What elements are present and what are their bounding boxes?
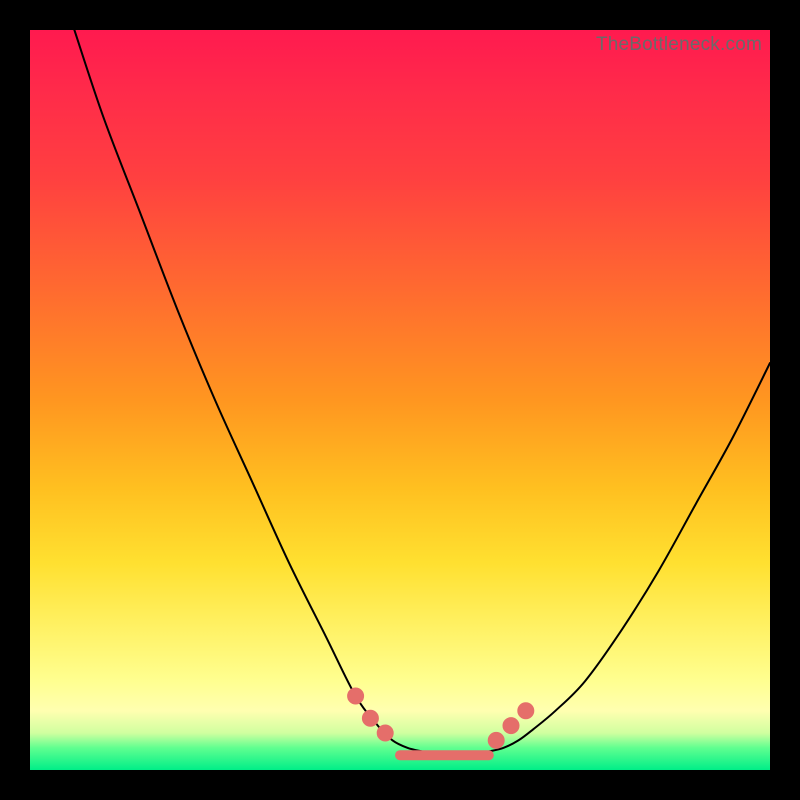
- curve-right: [489, 363, 770, 752]
- plot-area: TheBottleneck.com: [30, 30, 770, 770]
- marker-point: [519, 704, 533, 718]
- marker-point: [504, 719, 518, 733]
- chart-svg: [30, 30, 770, 770]
- marker-point: [363, 711, 377, 725]
- marker-group: [349, 689, 533, 747]
- watermark-label: TheBottleneck.com: [596, 34, 762, 56]
- marker-point: [378, 726, 392, 740]
- marker-point: [349, 689, 363, 703]
- curve-left: [74, 30, 422, 752]
- outer-frame: TheBottleneck.com: [0, 0, 800, 800]
- marker-point: [489, 733, 503, 747]
